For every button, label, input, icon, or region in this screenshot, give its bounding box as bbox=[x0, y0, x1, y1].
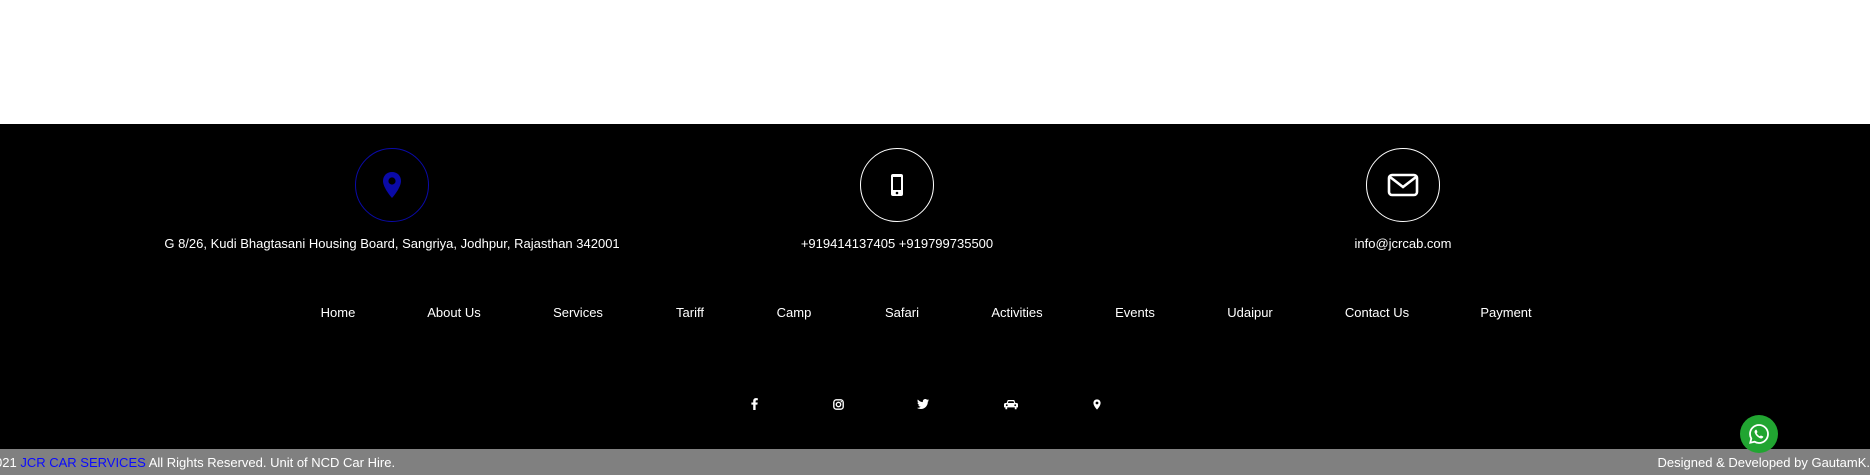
mobile-phone-icon bbox=[891, 174, 903, 196]
brand-link[interactable]: JCR CAR SERVICES bbox=[20, 455, 145, 470]
developer-credit: Designed & Developed by GautamK. bbox=[1657, 455, 1870, 470]
phone-icon-circle bbox=[860, 148, 934, 222]
site-footer: G 8/26, Kudi Bhagtasani Housing Board, S… bbox=[0, 124, 1870, 449]
email-icon-circle bbox=[1366, 148, 1440, 222]
contact-email: info@jcrcab.com bbox=[1103, 148, 1703, 252]
envelope-icon bbox=[1387, 173, 1419, 197]
nav-home[interactable]: Home bbox=[321, 305, 356, 320]
whatsapp-button[interactable] bbox=[1740, 415, 1778, 453]
nav-tariff[interactable]: Tariff bbox=[676, 305, 704, 320]
nav-activities[interactable]: Activities bbox=[991, 305, 1042, 320]
copyright-year-fragment: 021 bbox=[0, 455, 17, 470]
car-icon[interactable] bbox=[1003, 396, 1019, 412]
email-text[interactable]: info@jcrcab.com bbox=[1103, 236, 1703, 252]
nav-services[interactable]: Services bbox=[553, 305, 603, 320]
nav-payment[interactable]: Payment bbox=[1480, 305, 1531, 320]
page-top-area bbox=[0, 0, 1870, 124]
instagram-icon[interactable] bbox=[830, 396, 846, 412]
rights-text: All Rights Reserved. Unit of NCD Car Hir… bbox=[148, 455, 396, 470]
footer-nav: Home About Us Services Tariff Camp Safar… bbox=[0, 305, 1870, 325]
map-marker-icon bbox=[383, 172, 401, 198]
nav-contact-us[interactable]: Contact Us bbox=[1345, 305, 1409, 320]
facebook-icon[interactable] bbox=[746, 396, 762, 412]
address-icon-circle bbox=[355, 148, 429, 222]
social-links bbox=[0, 396, 1870, 412]
nav-udaipur[interactable]: Udaipur bbox=[1227, 305, 1273, 320]
twitter-icon[interactable] bbox=[915, 396, 931, 412]
copyright-bar: 021 JCR CAR SERVICES All Rights Reserved… bbox=[0, 449, 1870, 475]
nav-safari[interactable]: Safari bbox=[885, 305, 919, 320]
nav-about-us[interactable]: About Us bbox=[427, 305, 480, 320]
copyright-text: 021 JCR CAR SERVICES All Rights Reserved… bbox=[0, 455, 395, 470]
map-marker-icon[interactable] bbox=[1089, 396, 1105, 412]
nav-events[interactable]: Events bbox=[1115, 305, 1155, 320]
nav-camp[interactable]: Camp bbox=[777, 305, 812, 320]
whatsapp-icon bbox=[1749, 424, 1769, 444]
